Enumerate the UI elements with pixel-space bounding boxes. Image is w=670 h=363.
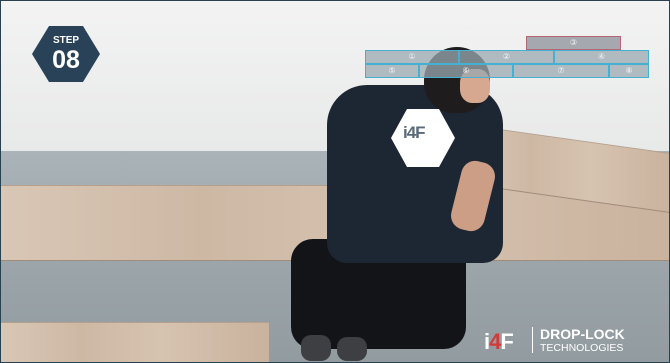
installer-shoe	[301, 335, 331, 361]
i4f-logo-mark: i4F	[484, 329, 514, 354]
brand-logo: i4F DROP-LOCK TECHNOLOGIES	[484, 323, 644, 357]
plank-cell-row2: ④	[554, 50, 649, 64]
plank-cell-row3: ⑦	[513, 64, 609, 78]
plank-cell-row2: ②	[459, 50, 554, 64]
plank-cell-row3: ⑧	[609, 64, 649, 78]
brand-tagline: TECHNOLOGIES	[540, 342, 624, 354]
shirt-logo-text: i4F	[403, 123, 426, 142]
laminate-plank-front	[1, 322, 269, 362]
video-frame: i4F STEP 08 PLANK INSTALLATION ③ ① ② ④ ⑤…	[0, 0, 670, 363]
plank-cell-row3: ⑥	[419, 64, 513, 78]
plank-cell-row2: ①	[365, 50, 459, 64]
installer-shoe	[337, 337, 367, 361]
brand-name: DROP-LOCK	[540, 326, 625, 342]
plank-cell-row3: ⑤	[365, 64, 419, 78]
plank-cell-row1: ③	[526, 36, 621, 50]
brand-divider	[532, 327, 533, 353]
step-number: 08	[52, 46, 80, 74]
